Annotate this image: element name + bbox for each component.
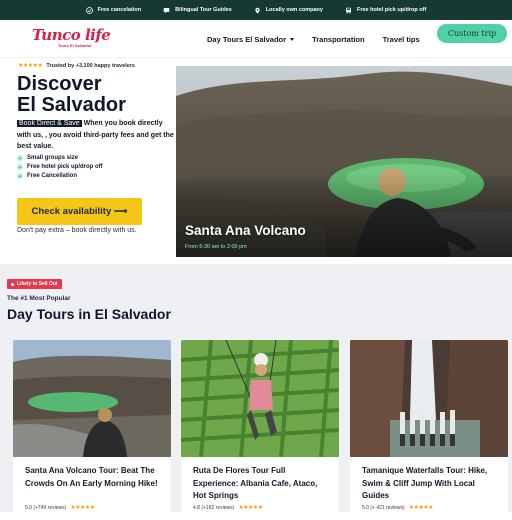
hero-image-caption: Santa Ana Volcano [185,223,306,238]
feature-item: Small groups size [17,155,103,161]
topbar-label: Free cancelation [97,7,142,13]
section-title: Day Tours in El Salvador [7,306,171,322]
tour-card-ruta-de-flores[interactable]: Ruta De Flores Tour Full Experience: Alb… [181,340,339,520]
tour-title: Tamanique Waterfalls Tour: Hike, Swim & … [362,466,488,500]
nav-link-label: Day Tours El Salvador [207,34,287,44]
availability-note: Don't pay extra – book directly with us. [17,227,137,234]
rating-text: 4.8 (+182 reviews) [193,504,235,511]
topbar-item-guides: Bilingual Tour Guides [163,7,232,14]
nav-link-label: Travel tips [382,34,420,44]
topbar-item-pickup: Free hotel pick up/drop off [345,7,426,14]
tour-card-santa-ana[interactable]: Santa Ana Volcano Tour: Beat The Crowds … [13,340,171,520]
topbar-label: Bilingual Tour Guides [175,7,232,13]
rating-stars: ★★★★★ [408,505,434,511]
custom-trip-button[interactable]: Custom trip [437,24,507,43]
rating-text: 5.0 (+749 reviews) [25,504,67,511]
feature-item: Free Cancellation [17,173,103,179]
tour-rating: 4.8 (+182 reviews) ★★★★★ [193,504,263,512]
nav-link-day-tours[interactable]: Day Tours El Salvador [207,34,295,44]
feature-label: Small groups size [27,155,79,161]
check-icon [17,155,23,161]
sell-out-badge: Likely to Sell Out [7,279,62,289]
topbar-item-free-cancelation: Free cancelation [85,6,142,14]
check-circle-icon [85,6,93,14]
check-availability-button[interactable]: Check availability ⟶ [17,198,142,225]
check-icon [17,164,23,170]
announcement-bar: Free cancelation Bilingual Tour Guides L… [0,0,512,20]
hero-description: Book Direct & Save When you book directl… [17,118,177,153]
day-tours-section: Likely to Sell Out The #1 Most Popular D… [0,264,512,520]
tour-rating: 5.0 (+749 reviews) ★★★★★ [25,504,95,512]
main-nav: Tunco life Tours El Salvador Day Tours E… [0,20,512,58]
tour-title: Santa Ana Volcano Tour: Beat The Crowds … [25,466,158,488]
nav-link-label: Transportation [312,34,365,44]
trust-row: ★★★★★ Trusted by +3,100 happy travelers [18,62,135,70]
rating-stars: ★★★★★ [18,63,43,69]
hero-title-line2: El Salvador [17,94,126,116]
logo-text: Tunco life [32,26,111,44]
feature-list: Small groups size Free hotel pick up/dro… [17,155,103,179]
bus-icon [345,7,352,14]
topbar-label: Free hotel pick up/drop off [356,7,427,13]
rating-text: 5.0 (+ 421 reviews) [362,504,405,511]
tour-image [13,340,171,457]
topbar-item-local: Locally own company [254,7,323,14]
hero-title-line1: Discover [17,73,102,95]
tour-rating: 5.0 (+ 421 reviews) ★★★★★ [362,504,434,512]
topbar-label: Locally own company [265,7,323,13]
nav-link-travel-tips[interactable]: Travel tips [383,35,420,44]
nav-link-transportation[interactable]: Transportation [312,35,365,44]
tour-image [181,340,339,457]
feature-item: Free hotel pick up/drop off [17,164,103,170]
book-direct-highlight: Book Direct & Save [17,120,82,127]
logo-subtitle: Tours El Salvador [58,43,92,48]
feature-label: Free hotel pick up/drop off [27,164,103,170]
location-pin-icon [254,7,261,14]
hero-title: Discover El Salvador [17,74,177,116]
chat-icon [163,7,170,14]
hero-image-time: From 6:30 am to 2:00 pm [185,244,247,250]
rating-stars: ★★★★★ [238,505,263,511]
section-eyebrow: The #1 Most Popular [7,295,71,302]
tour-title: Ruta De Flores Tour Full Experience: Alb… [193,466,318,500]
logo[interactable]: Tunco life Tours El Salvador [32,26,111,52]
chevron-down-icon [290,37,295,41]
trusted-text: Trusted by +3,100 happy travelers [46,62,135,69]
nav-links: Day Tours El Salvador Transportation Tra… [207,20,420,58]
check-icon [17,173,23,179]
badge-label: Likely to Sell Out [17,281,58,287]
badge-dot-icon [11,282,14,286]
tour-image [350,340,508,457]
tour-card-tamanique[interactable]: Tamanique Waterfalls Tour: Hike, Swim & … [350,340,508,520]
rating-stars: ★★★★★ [70,505,95,511]
feature-label: Free Cancellation [27,173,78,179]
hero-section: ★★★★★ Trusted by +3,100 happy travelers … [0,58,512,264]
